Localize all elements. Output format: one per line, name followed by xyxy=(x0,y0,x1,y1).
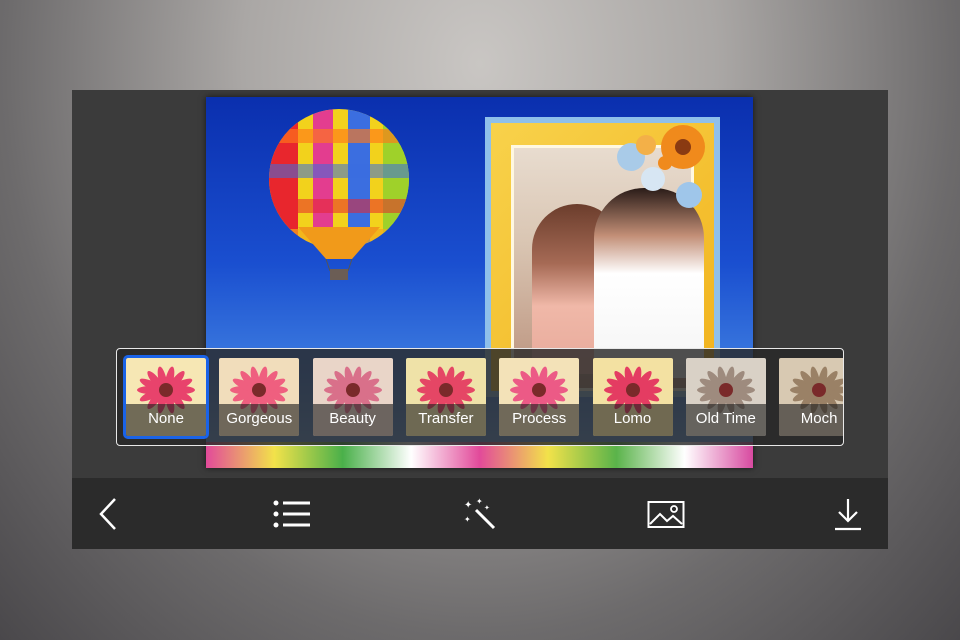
filter-item-gorgeous[interactable]: Gorgeous xyxy=(219,358,300,436)
image-icon xyxy=(647,501,685,528)
filter-label: Old Time xyxy=(685,404,766,436)
filter-label: Gorgeous xyxy=(219,404,300,436)
filter-item-process[interactable]: Process xyxy=(499,358,580,436)
filter-label: Process xyxy=(499,404,580,436)
download-icon xyxy=(835,499,861,531)
filter-label: Transfer xyxy=(405,404,486,436)
editor-window: None Gorgeous Beauty Transfer Process Lomo Old… xyxy=(72,90,888,549)
gallery-button[interactable] xyxy=(644,492,688,536)
download-button[interactable] xyxy=(826,492,870,536)
back-button[interactable] xyxy=(86,492,130,536)
effects-button[interactable]: ✦ ✦ ✦ ✦ xyxy=(458,492,502,536)
svg-text:✦: ✦ xyxy=(464,500,472,511)
filter-item-lomo[interactable]: Lomo xyxy=(592,358,673,436)
filter-item-none[interactable]: None xyxy=(123,355,209,439)
svg-text:✦: ✦ xyxy=(464,515,471,524)
hot-air-balloon-image xyxy=(269,109,409,280)
filter-item-old-time[interactable]: Old Time xyxy=(685,358,766,436)
filter-item-beauty[interactable]: Beauty xyxy=(312,358,393,436)
svg-text:✦: ✦ xyxy=(476,497,483,506)
filter-label: Beauty xyxy=(312,404,393,436)
list-icon xyxy=(273,500,310,528)
magic-wand-icon: ✦ ✦ ✦ ✦ xyxy=(464,497,496,530)
filter-item-transfer[interactable]: Transfer xyxy=(405,358,486,436)
filter-item-moch[interactable]: Moch xyxy=(779,358,843,436)
filter-label: Lomo xyxy=(592,404,673,436)
back-icon xyxy=(99,498,116,530)
filter-strip[interactable]: None Gorgeous Beauty Transfer Process Lomo Old… xyxy=(116,348,844,446)
filter-label: Moch xyxy=(779,404,843,436)
list-button[interactable] xyxy=(270,492,314,536)
svg-text:✦: ✦ xyxy=(484,504,490,512)
bottom-toolbar: ✦ ✦ ✦ ✦ xyxy=(72,478,888,549)
filter-label: None xyxy=(126,404,206,436)
flower-decoration xyxy=(617,125,705,208)
